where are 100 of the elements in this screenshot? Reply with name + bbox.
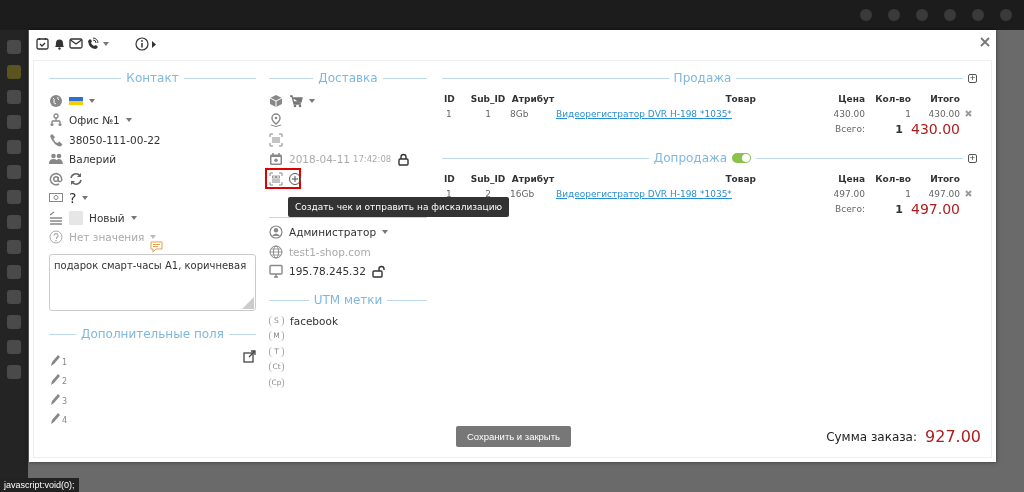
caret-icon[interactable] bbox=[382, 230, 389, 235]
field-number: 2 bbox=[62, 377, 68, 386]
sidebar-icon[interactable] bbox=[7, 190, 21, 204]
mail-icon[interactable] bbox=[69, 37, 83, 51]
caret-icon[interactable] bbox=[309, 98, 315, 103]
sidebar-icon[interactable] bbox=[7, 240, 21, 254]
external-link-icon[interactable] bbox=[243, 350, 256, 364]
save-button[interactable]: Сохранить и закрыть bbox=[456, 426, 571, 447]
utm-value: facebook bbox=[290, 314, 338, 327]
add-button[interactable]: + bbox=[968, 153, 977, 163]
lock-icon[interactable] bbox=[397, 152, 411, 166]
sidebar-icon[interactable] bbox=[7, 290, 21, 304]
caret-icon[interactable] bbox=[130, 215, 137, 220]
calendar-icon[interactable] bbox=[36, 37, 50, 51]
toolbar-icon[interactable] bbox=[888, 9, 900, 21]
caret-icon[interactable] bbox=[150, 235, 157, 240]
payment-select[interactable]: ? bbox=[69, 190, 77, 207]
section-title: Контакт bbox=[126, 71, 179, 85]
sidebar-icon[interactable] bbox=[7, 315, 21, 329]
column-header: Атрибут bbox=[510, 92, 556, 106]
add-icon[interactable] bbox=[288, 171, 302, 186]
site-name: test1-shop.com bbox=[289, 245, 371, 258]
sidebar-icon[interactable] bbox=[7, 90, 21, 104]
comment-icon[interactable] bbox=[150, 241, 163, 253]
sidebar-icon[interactable] bbox=[7, 115, 21, 129]
cart-icon[interactable] bbox=[289, 93, 303, 108]
column-header: ID bbox=[444, 92, 456, 106]
flag-icon[interactable] bbox=[69, 96, 83, 105]
field-number: 4 bbox=[62, 416, 68, 425]
status-select[interactable]: Новый bbox=[89, 211, 125, 224]
toolbar-icon[interactable] bbox=[944, 9, 956, 21]
pencil-icon bbox=[49, 353, 61, 367]
at-icon bbox=[49, 171, 63, 186]
add-button[interactable]: + bbox=[968, 73, 977, 83]
monitor-icon bbox=[269, 264, 283, 279]
section-title: Доставка bbox=[318, 71, 378, 85]
product-link[interactable]: Видеорегистратор DVR H-198 *1035* bbox=[556, 188, 732, 199]
column-header: Атрибут bbox=[510, 172, 556, 186]
table-cell-text: Всего: bbox=[834, 203, 865, 216]
box-icon bbox=[269, 93, 283, 108]
pencil-icon bbox=[49, 392, 61, 406]
column-header: Sub_ID bbox=[469, 92, 507, 106]
sidebar-icon[interactable] bbox=[7, 40, 21, 54]
toolbar-icon[interactable] bbox=[1000, 9, 1012, 21]
barcode-icon bbox=[269, 132, 283, 147]
sidebar-icon[interactable] bbox=[7, 265, 21, 279]
table-cell: 1 bbox=[865, 106, 911, 121]
triangle-icon[interactable] bbox=[152, 40, 156, 48]
section-title: Продажа bbox=[673, 71, 732, 85]
sidebar-icon[interactable] bbox=[7, 165, 21, 179]
manager-select[interactable]: Администратор bbox=[289, 226, 377, 239]
phone-icon[interactable] bbox=[86, 37, 100, 51]
delete-icon[interactable] bbox=[965, 190, 972, 197]
sidebar-icon[interactable] bbox=[7, 65, 21, 79]
caret-icon[interactable] bbox=[103, 42, 109, 46]
globe-icon bbox=[269, 244, 283, 259]
order-sum-value: 927.00 bbox=[925, 427, 981, 446]
delete-icon[interactable] bbox=[965, 110, 972, 117]
info-icon[interactable] bbox=[135, 37, 149, 51]
toolbar-icon[interactable] bbox=[860, 9, 872, 21]
contact-name: Валерий bbox=[69, 153, 117, 166]
unlock-icon[interactable] bbox=[371, 264, 385, 278]
toolbar-icon[interactable] bbox=[972, 9, 984, 21]
pencil-icon bbox=[49, 412, 61, 425]
tooltip: Создать чек и отправить на фискализацию bbox=[288, 197, 510, 217]
sidebar-icon[interactable] bbox=[7, 365, 21, 379]
bell-icon[interactable] bbox=[53, 37, 66, 51]
delivery-date: 2018-04-11 bbox=[289, 153, 351, 166]
total-amount: 430.00 bbox=[911, 121, 960, 137]
status-swatch bbox=[69, 210, 83, 225]
caret-icon[interactable] bbox=[82, 196, 89, 201]
delivery-time: 17:42:08 bbox=[353, 154, 392, 165]
refresh-icon[interactable] bbox=[69, 171, 83, 186]
product-link[interactable]: Видеорегистратор DVR H-198 *1035* bbox=[556, 108, 732, 119]
people-icon bbox=[49, 152, 63, 167]
phone-icon bbox=[49, 132, 63, 147]
table-cell-text: 430.00 bbox=[832, 107, 865, 121]
column-header: Товар bbox=[724, 172, 756, 186]
table-cell: 430.00 bbox=[911, 106, 960, 121]
ip-address: 195.78.245.32 bbox=[289, 265, 366, 278]
order-sum-label: Сумма заказа: bbox=[826, 429, 917, 444]
table-cell: 497.00 bbox=[911, 186, 960, 201]
caret-icon[interactable] bbox=[125, 118, 132, 123]
sidebar-icon[interactable] bbox=[7, 215, 21, 229]
column-header: Цена bbox=[837, 172, 865, 186]
column-header: Итого bbox=[911, 91, 960, 106]
office-select[interactable]: Офис №1 bbox=[69, 114, 120, 127]
sidebar-icon[interactable] bbox=[7, 340, 21, 354]
toolbar-icon[interactable] bbox=[916, 9, 928, 21]
receipt-icon[interactable] bbox=[269, 171, 283, 186]
caret-icon[interactable] bbox=[89, 98, 95, 103]
resize-grip-icon bbox=[242, 297, 254, 309]
question-icon bbox=[49, 230, 63, 245]
toggle-switch[interactable] bbox=[732, 153, 752, 163]
table-cell: 1 bbox=[865, 186, 911, 201]
status-icon bbox=[49, 210, 63, 225]
column-header: Итого bbox=[911, 171, 960, 186]
table-cell-text: 1 bbox=[445, 107, 453, 121]
column-header: ID bbox=[444, 172, 456, 186]
sidebar-icon[interactable] bbox=[7, 140, 21, 154]
